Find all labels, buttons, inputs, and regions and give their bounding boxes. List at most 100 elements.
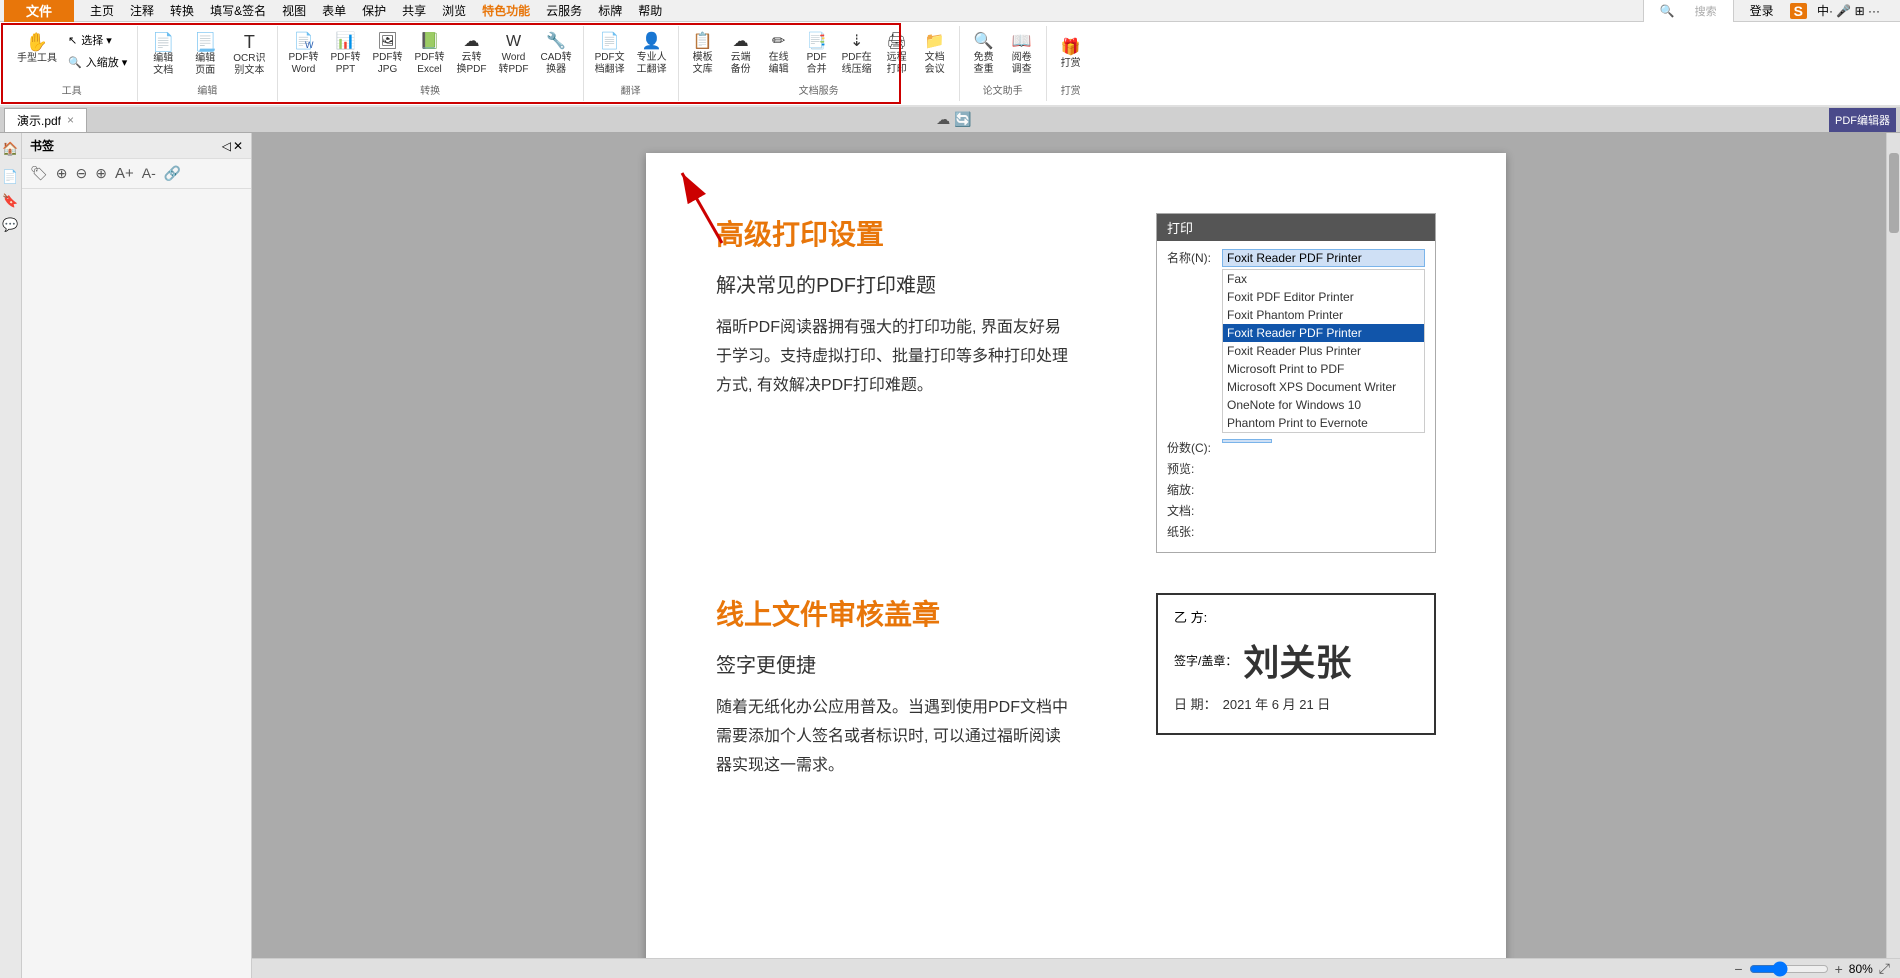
search-placeholder-text: 搜索 [1687, 1, 1725, 21]
menu-form[interactable]: 表单 [314, 0, 354, 21]
hand-label: 手型工具 [17, 53, 57, 65]
zoom-plus-icon[interactable]: + [1835, 961, 1843, 977]
doc-meeting-btn[interactable]: 📁 文档会议 [917, 30, 953, 80]
sidebar-icon-expand[interactable]: ⊕ [93, 163, 109, 184]
remote-print-btn[interactable]: 🖨 远程打印 [879, 30, 915, 80]
doc-tabs-bar: ☁ 🔄 演示.pdf × PDF编辑器 [0, 107, 1900, 133]
menu-signboard[interactable]: 标牌 [590, 0, 630, 21]
cloud-sync-icon[interactable]: ☁ [936, 111, 950, 128]
edit-doc-btn[interactable]: 📄 编辑文档 [144, 30, 182, 80]
menu-share[interactable]: 共享 [394, 0, 434, 21]
sidebar-icon-add[interactable]: ⊕ [54, 163, 70, 184]
pdf-to-word-btn[interactable]: 📄W PDF转Word [284, 30, 324, 80]
convert-group-label: 转换 [284, 82, 577, 97]
survey-btn[interactable]: 📖 阅卷调查 [1004, 30, 1040, 80]
pdf-page: 高级打印设置 解决常见的PDF打印难题 福昕PDF阅读器拥有强大的打印功能, 界… [646, 153, 1506, 978]
sidebar-header-left: 书签 [30, 137, 54, 154]
word-to-pdf-btn[interactable]: W Word转PDF [494, 30, 534, 80]
print-doc-row: 文档: [1167, 502, 1425, 519]
pdf-merge-btn[interactable]: 📑 PDF合并 [799, 30, 835, 80]
menu-special[interactable]: 特色功能 [474, 0, 538, 21]
sidebar-title: 书签 [30, 137, 54, 154]
online-edit-btn[interactable]: ✏ 在线编辑 [761, 30, 797, 80]
pdf-to-jpg-btn[interactable]: 🖼 PDF转JPG [368, 30, 408, 80]
content-area: 高级打印设置 解决常见的PDF打印难题 福昕PDF阅读器拥有强大的打印功能, 界… [252, 133, 1900, 978]
zoom-fit-icon[interactable]: ⤢ [1879, 960, 1890, 977]
hand-tool-btn[interactable]: ✋ 手型工具 [12, 30, 62, 68]
pdf-to-ppt-icon: 📊 [336, 34, 356, 50]
printer-foxit-phantom[interactable]: Foxit Phantom Printer [1223, 306, 1424, 324]
panel-icon-1[interactable]: 🏠 [2, 141, 18, 157]
menu-fill-sign[interactable]: 填写&签名 [202, 0, 274, 21]
menu-zhu[interactable]: 注释 [122, 0, 162, 21]
menu-help[interactable]: 帮助 [630, 0, 670, 21]
zoom-minus-icon[interactable]: − [1734, 961, 1742, 977]
left-panel-icons: 🏠 📄 🔖 💬 [0, 133, 22, 978]
ribbon: ✋ 手型工具 ↖ 选择 ▾ 🔍 入缩放 ▾ 工具 [0, 22, 1900, 107]
pdf-editor-panel-btn[interactable]: PDF编辑器 [1829, 108, 1896, 132]
sidebar-icon-text-smaller[interactable]: A- [140, 163, 158, 184]
sig-date-label: 日 期： [1174, 694, 1217, 713]
search-icon: 🔍 [1652, 2, 1683, 20]
menu-protect[interactable]: 保护 [354, 0, 394, 21]
print-doc-label: 文档: [1167, 502, 1222, 519]
pdf-compress-btn[interactable]: ⇣ PDF在线压缩 [837, 30, 877, 80]
menu-zhuan[interactable]: 转换 [162, 0, 202, 21]
zoom-tool-btn[interactable]: 🔍 入缩放 ▾ [64, 52, 131, 72]
cloud-to-pdf-btn[interactable]: ☁ 云转换PDF [452, 30, 492, 80]
printer-onenote[interactable]: OneNote for Windows 10 [1223, 396, 1424, 414]
sidebar-icon-bookmark[interactable]: 🏷 [28, 163, 50, 184]
sidebar-icon-collapse[interactable]: ⊖ [74, 163, 90, 184]
sidebar-expand-icon[interactable]: ◁ [222, 139, 231, 153]
cloud-to-pdf-icon: ☁ [464, 34, 480, 50]
menu-browse[interactable]: 浏览 [434, 0, 474, 21]
cloud-backup-btn[interactable]: ☁ 云端备份 [723, 30, 759, 80]
file-menu[interactable]: 文件 [4, 0, 74, 24]
select-tool-btn[interactable]: ↖ 选择 ▾ [64, 30, 131, 50]
sidebar-toolbar: 🏷 ⊕ ⊖ ⊕ A+ A- 🔗 [22, 159, 251, 189]
printer-phantom-evernote[interactable]: Phantom Print to Evernote [1223, 414, 1424, 432]
print-paper-label: 纸张: [1167, 523, 1222, 540]
plagiarism-icon: 🔍 [974, 34, 994, 50]
ocr-btn[interactable]: T OCR识别文本 [228, 30, 270, 80]
panel-icon-3[interactable]: 🔖 [2, 193, 18, 209]
scrollbar-thumb [1889, 153, 1899, 233]
sidebar-close-icon[interactable]: ✕ [233, 139, 243, 153]
menu-cloud[interactable]: 云服务 [538, 0, 590, 21]
reward-btn[interactable]: 🎁 打赏 [1053, 30, 1089, 80]
print-name-input[interactable]: Foxit Reader PDF Printer [1222, 249, 1425, 267]
printer-ms-pdf[interactable]: Microsoft Print to PDF [1223, 360, 1424, 378]
doc-tab-close-icon[interactable]: × [67, 113, 74, 127]
panel-icon-4[interactable]: 💬 [2, 217, 18, 233]
print-copies-input[interactable] [1222, 439, 1272, 443]
print-section-subtitle: 解决常见的PDF打印难题 [716, 269, 1116, 298]
cad-converter-btn[interactable]: 🔧 CAD转换器 [536, 30, 577, 80]
horizontal-scrollbar[interactable]: − + 80% ⤢ [252, 958, 1900, 978]
menu-zhuy[interactable]: 主页 [82, 0, 122, 21]
panel-icon-2[interactable]: 📄 [2, 169, 18, 185]
doc-tab[interactable]: 演示.pdf × [4, 108, 87, 132]
printer-foxit-editor[interactable]: Foxit PDF Editor Printer [1223, 288, 1424, 306]
sidebar-icon-link[interactable]: 🔗 [162, 163, 183, 184]
search-box[interactable]: 🔍 搜索 [1643, 0, 1734, 23]
plagiarism-btn[interactable]: 🔍 免费查重 [966, 30, 1002, 80]
zoom-slider[interactable] [1749, 961, 1829, 977]
paper-group-label: 论文助手 [966, 82, 1040, 97]
print-copies-label: 份数(C): [1167, 439, 1222, 456]
pdf-doc-translate-btn[interactable]: 📄 PDF文档翻译 [590, 30, 630, 80]
signature-box-area: 乙 方: 签字/盖章： 刘关张 日 期： 2021 年 6 月 21 日 [1156, 593, 1436, 735]
sync-icon[interactable]: 🔄 [954, 111, 971, 128]
vertical-scrollbar[interactable] [1886, 133, 1900, 958]
printer-fax[interactable]: Fax [1223, 270, 1424, 288]
menu-view[interactable]: 视图 [274, 0, 314, 21]
template-btn[interactable]: 📋 模板文库 [685, 30, 721, 80]
pro-translate-btn[interactable]: 👤 专业人工翻译 [632, 30, 672, 80]
edit-page-btn[interactable]: 📃 编辑页面 [186, 30, 224, 80]
printer-ms-xps[interactable]: Microsoft XPS Document Writer [1223, 378, 1424, 396]
sidebar-icon-text-larger[interactable]: A+ [113, 163, 136, 184]
pdf-to-excel-btn[interactable]: 📗 PDF转Excel [410, 30, 450, 80]
printer-foxit-plus[interactable]: Foxit Reader Plus Printer [1223, 342, 1424, 360]
printer-foxit-reader[interactable]: Foxit Reader PDF Printer [1223, 324, 1424, 342]
login-button[interactable]: 登录 [1742, 0, 1782, 21]
pdf-to-ppt-btn[interactable]: 📊 PDF转PPT [326, 30, 366, 80]
